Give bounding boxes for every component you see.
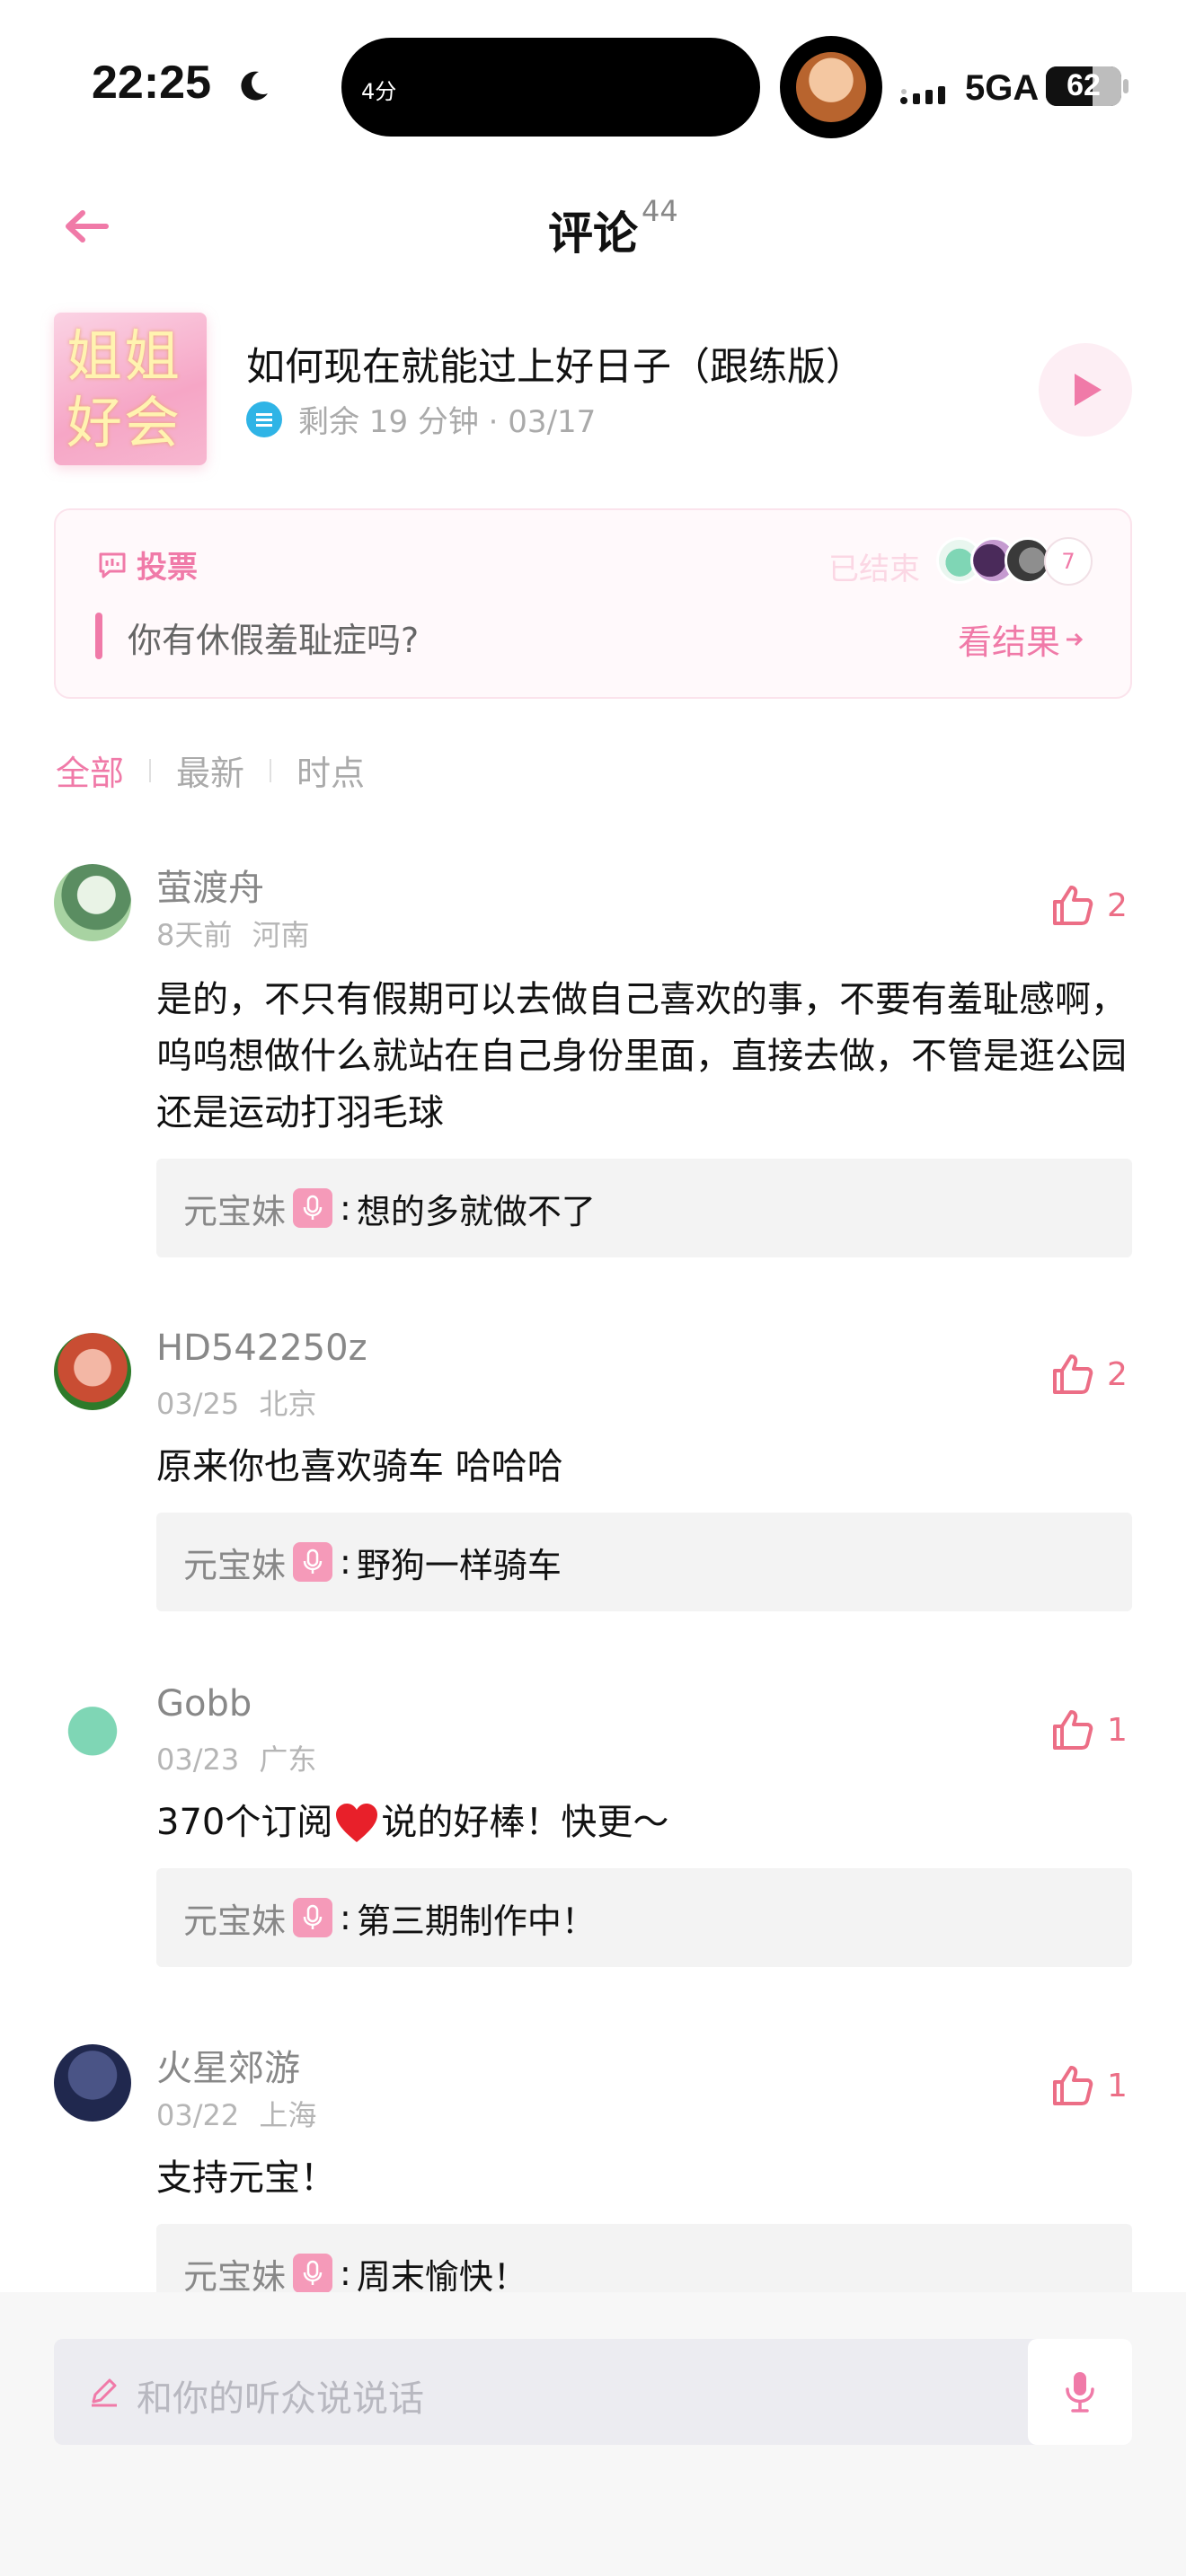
voter-count-badge: 7 [1044,537,1093,586]
author-reply[interactable]: 元宝妹 : 第三期制作中！ [156,1868,1132,1967]
thumbs-up-icon [1053,1354,1093,1394]
avatar-icon [796,52,866,122]
vote-question: 你有休假羞耻症吗? [128,621,420,660]
comment-text-part: 说的好棒！快更～ [381,1802,669,1843]
comment-meta: 03/23 广东 [156,1742,317,1777]
heart-emoji-icon [336,1803,378,1842]
comment-meta: 03/22 上海 [156,2098,317,2132]
episode-meta-text: 剩余 19 分钟 · 03/17 [298,404,597,440]
signal-icon [900,86,945,104]
vote-card[interactable]: 投票 已结束 7 你有休假羞耻症吗? 看结果 [54,508,1132,699]
comment-author[interactable]: HD542250z [156,1328,367,1369]
reply-author: 元宝妹 [183,1901,287,1941]
comment-meta: 8天前 河南 [156,918,310,952]
reply-author: 元宝妹 [183,2256,287,2297]
moon-icon [241,71,268,101]
tab-timepoint[interactable]: 时点 [296,745,390,795]
avatar[interactable] [54,1333,131,1410]
episode-card[interactable]: 姐姐好会 如何现在就能过上好日子（跟练版） 剩余 19 分钟 · 03/17 [0,296,1186,485]
reply-separator: : [340,2254,351,2293]
author-reply[interactable]: 元宝妹 : 野狗一样骑车 [156,1513,1132,1611]
reply-text: 野狗一样骑车 [356,1545,562,1585]
avatar[interactable] [54,864,131,941]
title-text: 评论 [548,207,638,260]
like-button[interactable]: 1 [1049,1707,1128,1753]
tab-latest[interactable]: 最新 [176,745,270,795]
comment-meta: 03/25 北京 [156,1387,317,1421]
like-button[interactable]: 1 [1049,2062,1128,2109]
play-button[interactable] [1039,343,1132,437]
host-mic-icon [293,1188,333,1228]
host-mic-icon [293,1542,333,1582]
pencil-icon [92,2378,117,2407]
cover-logo-text: 姐姐好会 [66,323,182,455]
reply-separator: : [340,1898,351,1937]
episode-cover[interactable]: 姐姐好会 [54,313,207,465]
vote-question-marker [95,613,102,659]
thumbs-up-icon [1053,2066,1093,2105]
avatar[interactable] [54,2044,131,2122]
battery-tip [1123,79,1128,93]
reply-text: 想的多就做不了 [356,1191,596,1231]
arrow-right-icon [1067,632,1084,646]
like-count: 2 [1107,887,1128,924]
comment-input[interactable]: 和你的听众说说话 [54,2339,1132,2445]
comment-text: 370个订阅 说的好棒！快更～ [156,1795,1136,1851]
like-button[interactable]: 2 [1049,882,1128,929]
comment-input-bar: 和你的听众说说话 [0,2292,1186,2576]
page-title: 评论 44 [0,194,1186,262]
comment-text-part: 370个订阅 [156,1802,333,1843]
comment-count: 44 [642,194,678,228]
vote-label-text: 投票 [137,550,198,586]
host-mic-icon [293,2254,333,2293]
battery-icon: 62 [1046,66,1121,106]
comment-text: 支持元宝！ [156,2157,336,2199]
reply-author: 元宝妹 [183,1545,287,1585]
thumbs-up-icon [1053,886,1093,925]
comment-author[interactable]: Gobb [156,1683,252,1725]
vote-label: 投票 [97,543,198,587]
reply-author: 元宝妹 [183,1191,287,1231]
comment-author[interactable]: 萤渡舟 [156,859,264,911]
reply-text: 第三期制作中！ [356,1901,596,1941]
list-icon [246,401,282,437]
island-timer: 4分 [361,79,397,104]
battery-level: 62 [1067,68,1101,102]
reply-separator: : [340,1188,351,1228]
reply-text: 周末愉快！ [356,2256,527,2297]
voice-input-button[interactable] [1028,2339,1132,2445]
status-time: 22:25 [92,57,211,109]
author-reply[interactable]: 元宝妹 : 想的多就做不了 [156,1159,1132,1257]
network-type: 5GA [965,68,1040,108]
dynamic-island[interactable] [341,38,760,137]
tab-all[interactable]: 全部 [56,745,149,795]
like-count: 1 [1107,2067,1128,2104]
microphone-icon [1066,2372,1094,2413]
episode-meta: 剩余 19 分钟 · 03/17 [246,397,596,441]
like-button[interactable]: 2 [1049,1351,1128,1398]
vote-icon [99,552,126,578]
tab-divider [149,758,152,782]
comment-text: 原来你也喜欢骑车 哈哈哈 [156,1446,563,1487]
avatar[interactable] [54,1689,131,1766]
play-icon [1075,374,1102,406]
episode-title[interactable]: 如何现在就能过上好日子（跟练版） [246,336,864,392]
status-bar: 22:25 4分 5GA 62 [0,0,1186,171]
tab-divider [270,758,272,782]
vote-result-link[interactable]: 看结果 [958,614,1085,664]
like-count: 2 [1107,1355,1128,1393]
filter-tabs: 全部 最新 时点 [56,745,390,795]
like-count: 1 [1107,1711,1128,1749]
vote-status: 已结束 [828,551,920,587]
input-placeholder: 和你的听众说说话 [137,2378,424,2420]
comment-text: 是的，不只有假期可以去做自己喜欢的事，不要有羞耻感啊，呜呜想做什么就站在自己身份… [156,979,1127,1134]
comment-author[interactable]: 火星郊游 [156,2039,300,2091]
thumbs-up-icon [1053,1710,1093,1750]
reply-separator: : [340,1542,351,1582]
vote-result-text: 看结果 [958,622,1061,662]
host-mic-icon [293,1898,333,1937]
